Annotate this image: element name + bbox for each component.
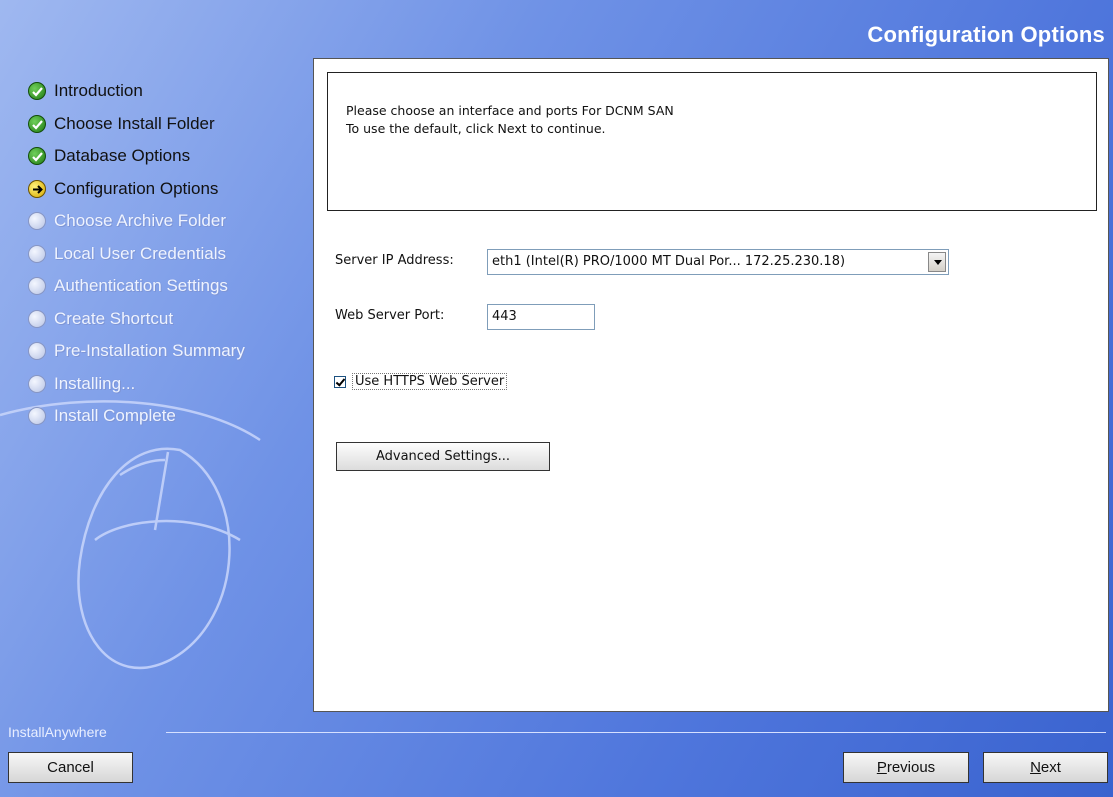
https-checkbox[interactable] [334, 375, 346, 388]
empty-circle-icon [28, 374, 46, 393]
step-pre-installation-summary: Pre-Installation Summary [28, 335, 245, 368]
next-mnemonic: N [1030, 759, 1041, 776]
server-ip-dropdown[interactable]: eth1 (Intel(R) PRO/1000 MT Dual Por... 1… [487, 249, 949, 275]
next-button[interactable]: Next [983, 752, 1108, 783]
footer-divider [166, 732, 1106, 733]
step-configuration-options: Configuration Options [28, 173, 245, 206]
step-label: Installing... [54, 373, 136, 393]
page-title: Configuration Options [867, 22, 1105, 47]
https-checkbox-label[interactable]: Use HTTPS Web Server [352, 373, 508, 390]
previous-mnemonic: P [876, 759, 887, 776]
step-authentication-settings: Authentication Settings [28, 270, 245, 303]
step-choose-install-folder: Choose Install Folder [28, 108, 245, 141]
step-introduction: Introduction [28, 75, 245, 108]
server-ip-value: eth1 (Intel(R) PRO/1000 MT Dual Por... 1… [492, 254, 846, 269]
https-checkbox-row[interactable]: Use HTTPS Web Server [334, 373, 508, 390]
installer-window: Configuration Options Introduction Choos… [0, 0, 1113, 797]
step-label: Install Complete [54, 406, 176, 426]
brand-label: InstallAnywhere [8, 724, 107, 740]
check-circle-icon [28, 147, 46, 166]
previous-label-rest: revious [886, 759, 936, 776]
step-install-complete: Install Complete [28, 400, 245, 433]
empty-circle-icon [28, 407, 46, 426]
empty-circle-icon [28, 342, 46, 361]
arrow-circle-icon [28, 179, 46, 198]
step-label: Choose Archive Folder [54, 211, 226, 231]
step-label: Introduction [54, 81, 143, 101]
web-port-input[interactable]: 443 [487, 304, 595, 330]
step-create-shortcut: Create Shortcut [28, 303, 245, 336]
check-circle-icon [28, 82, 46, 101]
step-local-user-credentials: Local User Credentials [28, 238, 245, 271]
step-label: Authentication Settings [54, 276, 228, 296]
instructions-box: Please choose an interface and ports For… [327, 72, 1097, 211]
steps-list: Introduction Choose Install Folder Datab… [28, 75, 245, 433]
step-label: Configuration Options [54, 178, 219, 198]
advanced-settings-button[interactable]: Advanced Settings... [336, 442, 550, 471]
instructions-line-1: Please choose an interface and ports For… [346, 103, 674, 118]
step-label: Choose Install Folder [54, 113, 215, 133]
next-label-rest: ext [1040, 759, 1061, 776]
empty-circle-icon [28, 309, 46, 328]
step-installing: Installing... [28, 368, 245, 401]
previous-button[interactable]: Previous [843, 752, 969, 783]
server-ip-label: Server IP Address: [335, 253, 454, 268]
step-database-options: Database Options [28, 140, 245, 173]
instructions-line-2: To use the default, click Next to contin… [346, 121, 606, 136]
web-port-label: Web Server Port: [335, 308, 445, 323]
empty-circle-icon [28, 244, 46, 263]
chevron-down-icon[interactable] [928, 252, 946, 272]
check-circle-icon [28, 114, 46, 133]
step-choose-archive-folder: Choose Archive Folder [28, 205, 245, 238]
empty-circle-icon [28, 277, 46, 296]
step-label: Pre-Installation Summary [54, 341, 245, 361]
step-label: Database Options [54, 146, 191, 166]
step-label: Create Shortcut [54, 308, 174, 328]
empty-circle-icon [28, 212, 46, 231]
cancel-button[interactable]: Cancel [8, 752, 133, 783]
content-panel: Please choose an interface and ports For… [313, 58, 1109, 712]
step-label: Local User Credentials [54, 243, 226, 263]
